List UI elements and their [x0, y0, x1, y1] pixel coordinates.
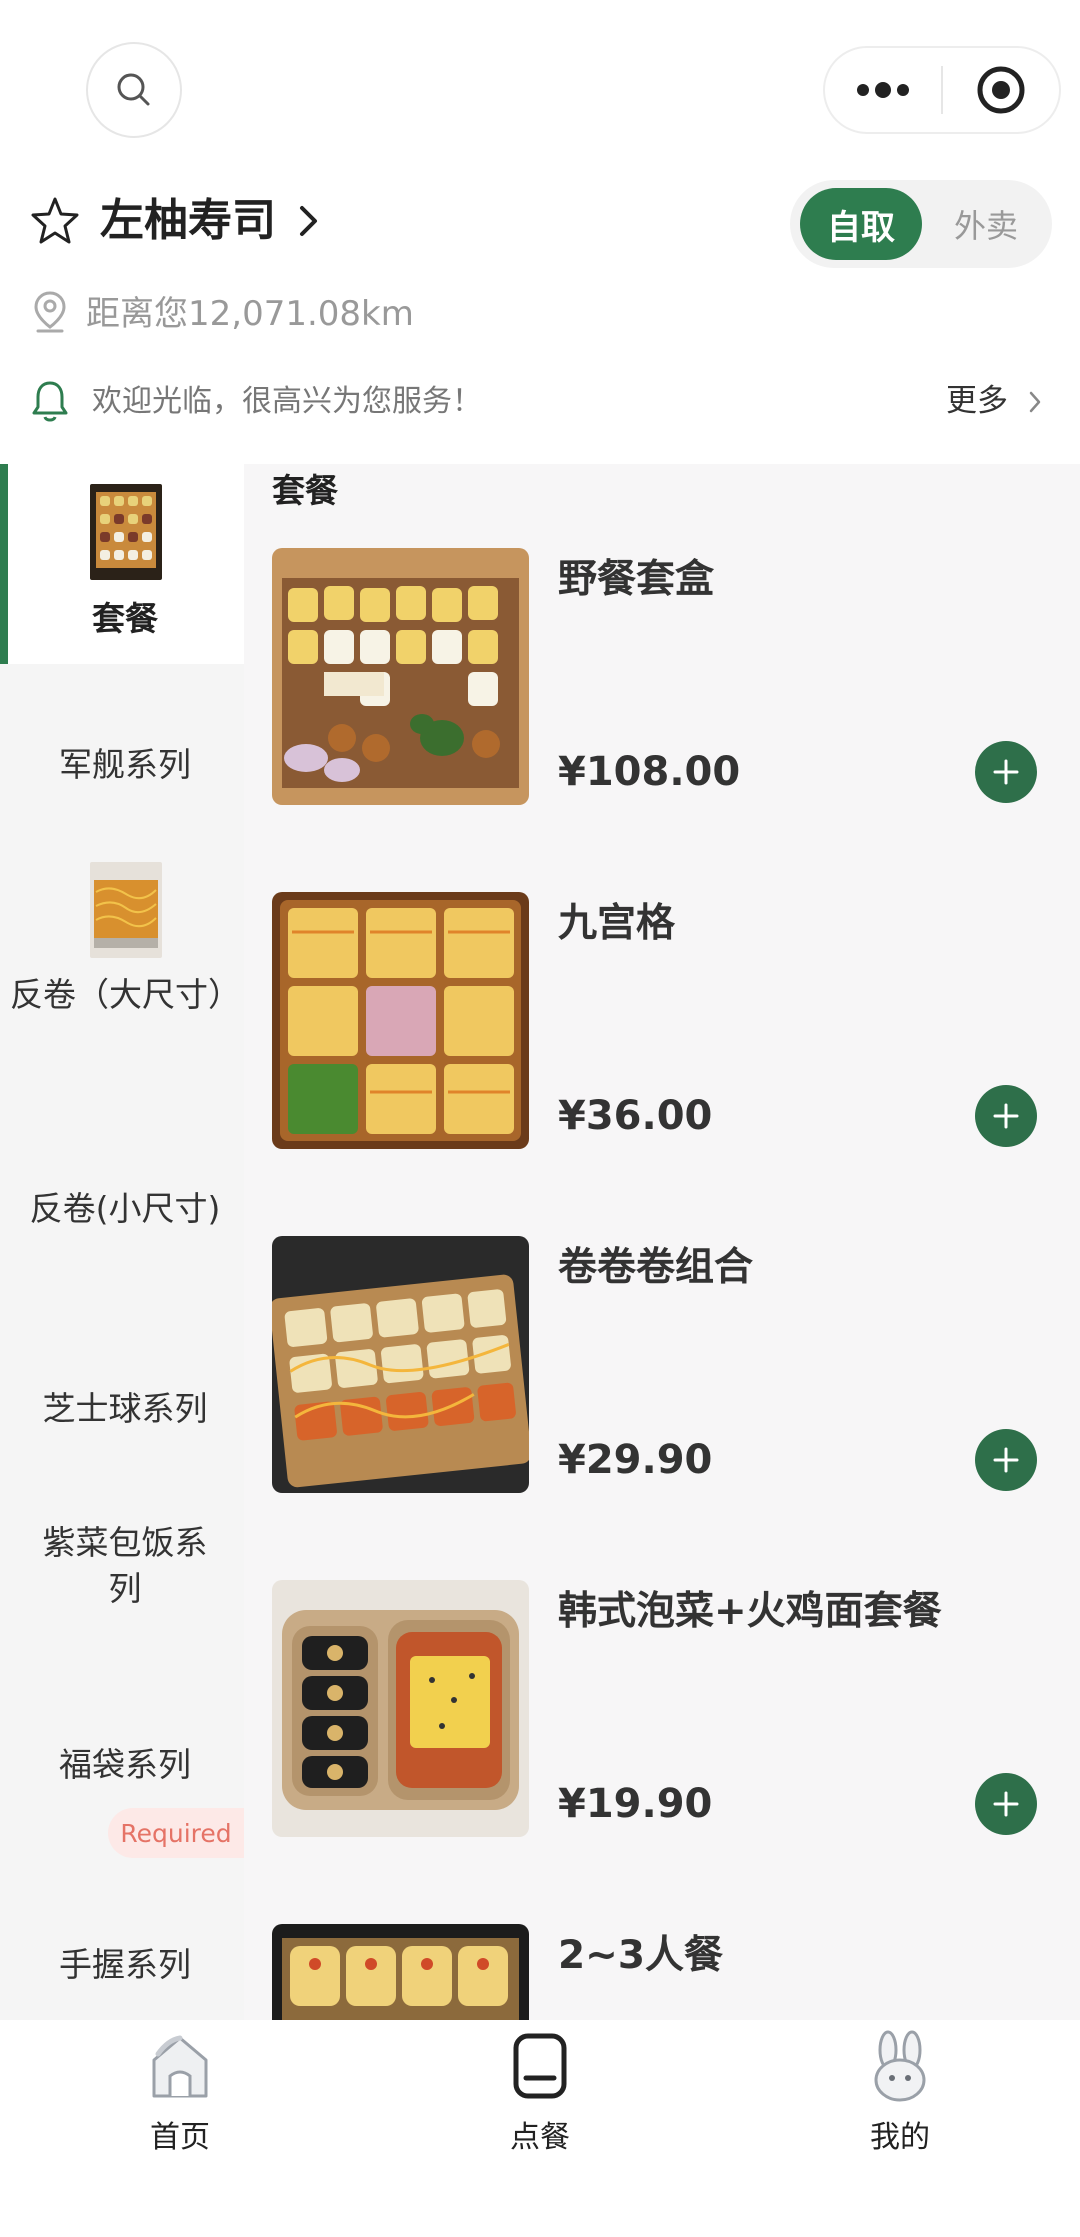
product-name[interactable]: 2~3人餐 — [558, 1928, 723, 1984]
product-image[interactable] — [272, 1236, 529, 1493]
welcome-notice: 欢迎光临，很高兴为您服务！ — [92, 384, 482, 419]
bell-icon — [32, 381, 68, 422]
category-thumbnail — [90, 484, 162, 580]
category-item-cheese-ball[interactable]: 芝士球系列 — [10, 1386, 240, 1432]
more-button[interactable] — [825, 48, 941, 132]
plus-icon — [993, 1103, 1019, 1129]
rabbit-icon — [874, 2030, 926, 2102]
tab-order-label: 点餐 — [510, 2120, 570, 2155]
category-item-inside-out-small[interactable]: 反卷(小尺寸) — [10, 1186, 240, 1232]
product-image[interactable] — [272, 892, 529, 1149]
category-item-kimbap[interactable]: 紫菜包饭系列 — [30, 1520, 220, 1612]
product-name[interactable]: 韩式泡菜+火鸡面套餐 — [558, 1584, 942, 1640]
search-icon — [117, 73, 150, 106]
product-price: ¥108.00 — [558, 749, 741, 795]
category-item-lucky-bag[interactable]: 福袋系列 — [10, 1742, 240, 1788]
chevron-right-icon[interactable] — [298, 204, 320, 238]
category-active-indicator — [0, 464, 8, 664]
product-price: ¥19.90 — [558, 1781, 713, 1827]
product-price: ¥29.90 — [558, 1437, 713, 1483]
product-image[interactable] — [272, 548, 529, 805]
tab-order[interactable]: 点餐 — [440, 2030, 640, 2155]
tab-mine[interactable]: 我的 — [800, 2030, 1000, 2155]
favorite-star-icon[interactable] — [30, 196, 80, 246]
more-link[interactable]: 更多 — [946, 378, 1008, 424]
product-name[interactable]: 卷卷卷组合 — [558, 1240, 753, 1296]
plus-icon — [993, 1791, 1019, 1817]
add-to-cart-button[interactable] — [975, 1085, 1037, 1147]
store-name[interactable]: 左柚寿司 — [100, 188, 276, 254]
search-button[interactable] — [86, 42, 182, 138]
category-thumbnail — [90, 862, 162, 958]
plus-icon — [993, 1447, 1019, 1473]
mini-program-capsule — [823, 46, 1061, 134]
chevron-right-icon[interactable] — [1028, 390, 1042, 414]
add-to-cart-button[interactable] — [975, 1773, 1037, 1835]
add-to-cart-button[interactable] — [975, 1429, 1037, 1491]
pickup-mode-button[interactable]: 自取 — [800, 188, 922, 260]
category-item-gunkan[interactable]: 军舰系列 — [10, 742, 240, 788]
category-item-inside-out-large[interactable]: 反卷（大尺寸） — [10, 972, 241, 1018]
tab-mine-label: 我的 — [870, 2120, 930, 2155]
section-title: 套餐 — [272, 471, 338, 510]
required-badge: Required — [108, 1808, 244, 1858]
product-name[interactable]: 野餐套盒 — [558, 552, 714, 608]
product-name[interactable]: 九宫格 — [558, 896, 675, 952]
category-item-nigiri[interactable]: 手握系列 — [10, 1942, 240, 1988]
category-item-set-meal[interactable]: 套餐 — [10, 596, 240, 642]
close-program-button[interactable] — [943, 48, 1059, 132]
tab-home-label: 首页 — [150, 2120, 210, 2155]
distance-text: 距离您12,071.08km — [86, 294, 414, 334]
more-dots-icon — [857, 82, 909, 98]
tab-home[interactable]: 首页 — [80, 2030, 280, 2155]
target-icon — [977, 66, 1025, 114]
product-price: ¥36.00 — [558, 1093, 713, 1139]
plus-icon — [993, 759, 1019, 785]
house-icon — [152, 2035, 208, 2098]
product-image[interactable] — [272, 1924, 529, 2020]
order-icon — [513, 2033, 567, 2099]
add-to-cart-button[interactable] — [975, 741, 1037, 803]
location-pin-icon — [34, 291, 66, 333]
delivery-mode-button[interactable]: 外卖 — [930, 188, 1042, 260]
product-image[interactable] — [272, 1580, 529, 1837]
